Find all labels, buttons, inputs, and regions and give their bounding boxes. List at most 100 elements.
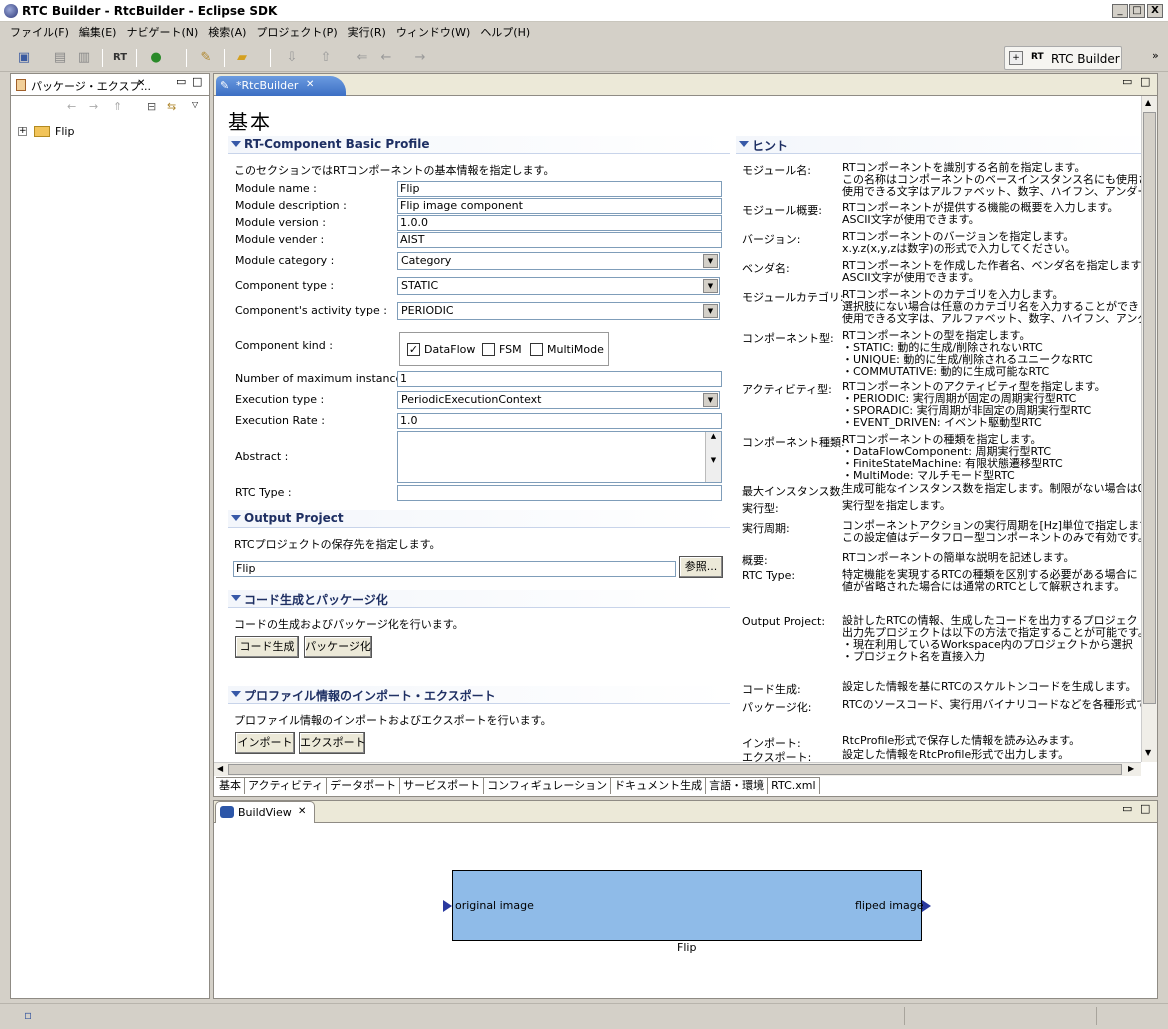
link-editor-icon[interactable]: ⇆: [167, 100, 176, 113]
browse-button[interactable]: 参照...: [679, 556, 723, 578]
page-tab-language[interactable]: 言語・環境: [706, 778, 769, 794]
open-perspective-icon[interactable]: +: [1009, 51, 1023, 65]
scroll-thumb[interactable]: [1143, 112, 1156, 704]
rtc-icon[interactable]: RT: [112, 50, 128, 66]
menu-help[interactable]: ヘルプ(H): [480, 24, 530, 40]
collapse-icon[interactable]: [231, 691, 241, 697]
menu-edit[interactable]: 編集(E): [79, 24, 117, 40]
print-icon[interactable]: ▥: [76, 50, 92, 66]
scroll-up-icon[interactable]: ▲: [1145, 98, 1151, 107]
hint-header[interactable]: ヒント: [736, 136, 1142, 154]
explorer-maximize-icon[interactable]: □: [192, 75, 202, 88]
maximize-button[interactable]: □: [1129, 4, 1145, 18]
collapse-all-icon[interactable]: ⊟: [147, 100, 156, 113]
dataflow-checkbox[interactable]: ✓: [407, 343, 420, 356]
page-tab-dataport[interactable]: データポート: [327, 778, 401, 794]
page-tab-basic[interactable]: 基本: [216, 778, 245, 794]
codegen-header[interactable]: コード生成とパッケージ化: [228, 590, 730, 608]
module-name-input[interactable]: Flip: [397, 181, 722, 197]
collapse-icon[interactable]: [231, 595, 241, 601]
abstract-textarea[interactable]: [397, 431, 722, 483]
profile-header[interactable]: プロファイル情報のインポート・エクスポート: [228, 686, 730, 704]
perspective-switcher[interactable]: + RT RTC Builder: [1004, 46, 1122, 70]
menu-window[interactable]: ウィンドウ(W): [396, 24, 470, 40]
abstract-scrollbar[interactable]: ▲ ▼: [705, 432, 721, 482]
next-annotation-icon[interactable]: ⇩: [284, 50, 300, 66]
dropdown-arrow-icon[interactable]: ▼: [703, 393, 718, 407]
editor-vscrollbar[interactable]: ▲ ▼: [1141, 96, 1157, 762]
editor-maximize-icon[interactable]: □: [1140, 75, 1150, 88]
tree-item[interactable]: + Flip: [18, 125, 168, 141]
last-edit-icon[interactable]: ⇐: [354, 50, 370, 66]
multimode-checkbox[interactable]: [530, 343, 543, 356]
page-tab-activity[interactable]: アクティビティ: [245, 778, 328, 794]
buildview-minimize-icon[interactable]: ▭: [1122, 802, 1132, 815]
expand-icon[interactable]: +: [18, 127, 27, 136]
page-tab-configuration[interactable]: コンフィギュレーション: [484, 778, 612, 794]
explorer-title[interactable]: パッケージ・エクスプ...: [31, 78, 151, 94]
rtc-type-input[interactable]: [397, 485, 722, 501]
menu-project[interactable]: プロジェクト(P): [256, 24, 337, 40]
component-type-combo[interactable]: STATIC ▼: [397, 277, 720, 295]
editor-minimize-icon[interactable]: ▭: [1122, 75, 1132, 88]
explorer-close-icon[interactable]: ✕: [137, 78, 145, 89]
editor-tab[interactable]: ✎ *RtcBuilder ✕: [216, 76, 346, 96]
page-tab-rtcxml[interactable]: RTC.xml: [768, 778, 820, 794]
dropdown-arrow-icon[interactable]: ▼: [703, 254, 718, 268]
export-button[interactable]: エクスポート: [299, 732, 366, 754]
fsm-checkbox[interactable]: [482, 343, 495, 356]
explorer-up-icon[interactable]: ⇑: [113, 100, 122, 113]
perspective-overflow-icon[interactable]: »: [1152, 49, 1159, 62]
view-menu-icon[interactable]: ▽: [192, 100, 198, 109]
fast-view-icon[interactable]: ▫: [24, 1008, 32, 1022]
hscroll-thumb[interactable]: [228, 764, 1122, 775]
close-button[interactable]: X: [1147, 4, 1163, 18]
scroll-right-icon[interactable]: ▶: [1128, 764, 1134, 773]
collapse-icon[interactable]: [231, 515, 241, 521]
minimize-button[interactable]: _: [1112, 4, 1128, 18]
forward-icon[interactable]: →: [412, 50, 428, 66]
execution-type-combo[interactable]: PeriodicExecutionContext ▼: [397, 391, 720, 409]
buildview-maximize-icon[interactable]: □: [1140, 802, 1150, 815]
collapse-icon[interactable]: [231, 141, 241, 147]
buildview-close-icon[interactable]: ✕: [298, 806, 306, 817]
dropdown-arrow-icon[interactable]: ▼: [703, 279, 718, 293]
output-project-header[interactable]: Output Project: [228, 510, 730, 528]
in-port[interactable]: [443, 900, 452, 912]
menu-search[interactable]: 検索(A): [208, 24, 246, 40]
dropdown-arrow-icon[interactable]: ▼: [703, 304, 718, 318]
collapse-icon[interactable]: [739, 141, 749, 147]
menu-run[interactable]: 実行(R): [348, 24, 386, 40]
module-version-input[interactable]: 1.0.0: [397, 215, 722, 231]
save-icon[interactable]: ▤: [52, 50, 68, 66]
generate-code-button[interactable]: コード生成: [235, 636, 299, 658]
module-category-combo[interactable]: Category ▼: [397, 252, 720, 270]
max-instance-input[interactable]: 1: [397, 371, 722, 387]
prev-annotation-icon[interactable]: ⇧: [318, 50, 334, 66]
explorer-back-icon[interactable]: ←: [67, 100, 76, 113]
explorer-minimize-icon[interactable]: ▭: [176, 75, 186, 88]
editor-hscrollbar[interactable]: ◀ ▶: [214, 762, 1141, 776]
activity-type-combo[interactable]: PERIODIC ▼: [397, 302, 720, 320]
new-icon[interactable]: ▣: [16, 50, 32, 66]
back-icon[interactable]: ←: [378, 50, 394, 66]
output-project-input[interactable]: Flip: [233, 561, 676, 577]
perspective-label[interactable]: RTC Builder: [1051, 52, 1120, 66]
page-tab-documentation[interactable]: ドキュメント生成: [611, 778, 707, 794]
editor-tab-close-icon[interactable]: ✕: [306, 79, 314, 90]
scroll-left-icon[interactable]: ◀: [217, 764, 223, 773]
menu-file[interactable]: ファイル(F): [10, 24, 69, 40]
scroll-down-icon[interactable]: ▼: [1145, 748, 1151, 757]
execution-rate-input[interactable]: 1.0: [397, 413, 722, 429]
module-description-input[interactable]: Flip image component: [397, 198, 722, 214]
explorer-forward-icon[interactable]: →: [89, 100, 98, 113]
page-tab-serviceport[interactable]: サービスポート: [400, 778, 485, 794]
basic-profile-header[interactable]: RT-Component Basic Profile: [228, 136, 730, 154]
folder-icon[interactable]: ▰: [234, 50, 250, 66]
import-button[interactable]: インポート: [235, 732, 295, 754]
run-icon[interactable]: ●: [148, 50, 164, 66]
wand-icon[interactable]: ✎: [198, 50, 214, 66]
package-button[interactable]: パッケージ化: [304, 636, 372, 658]
menu-navigate[interactable]: ナビゲート(N): [126, 24, 198, 40]
buildview-tab[interactable]: BuildView ✕: [215, 801, 315, 823]
